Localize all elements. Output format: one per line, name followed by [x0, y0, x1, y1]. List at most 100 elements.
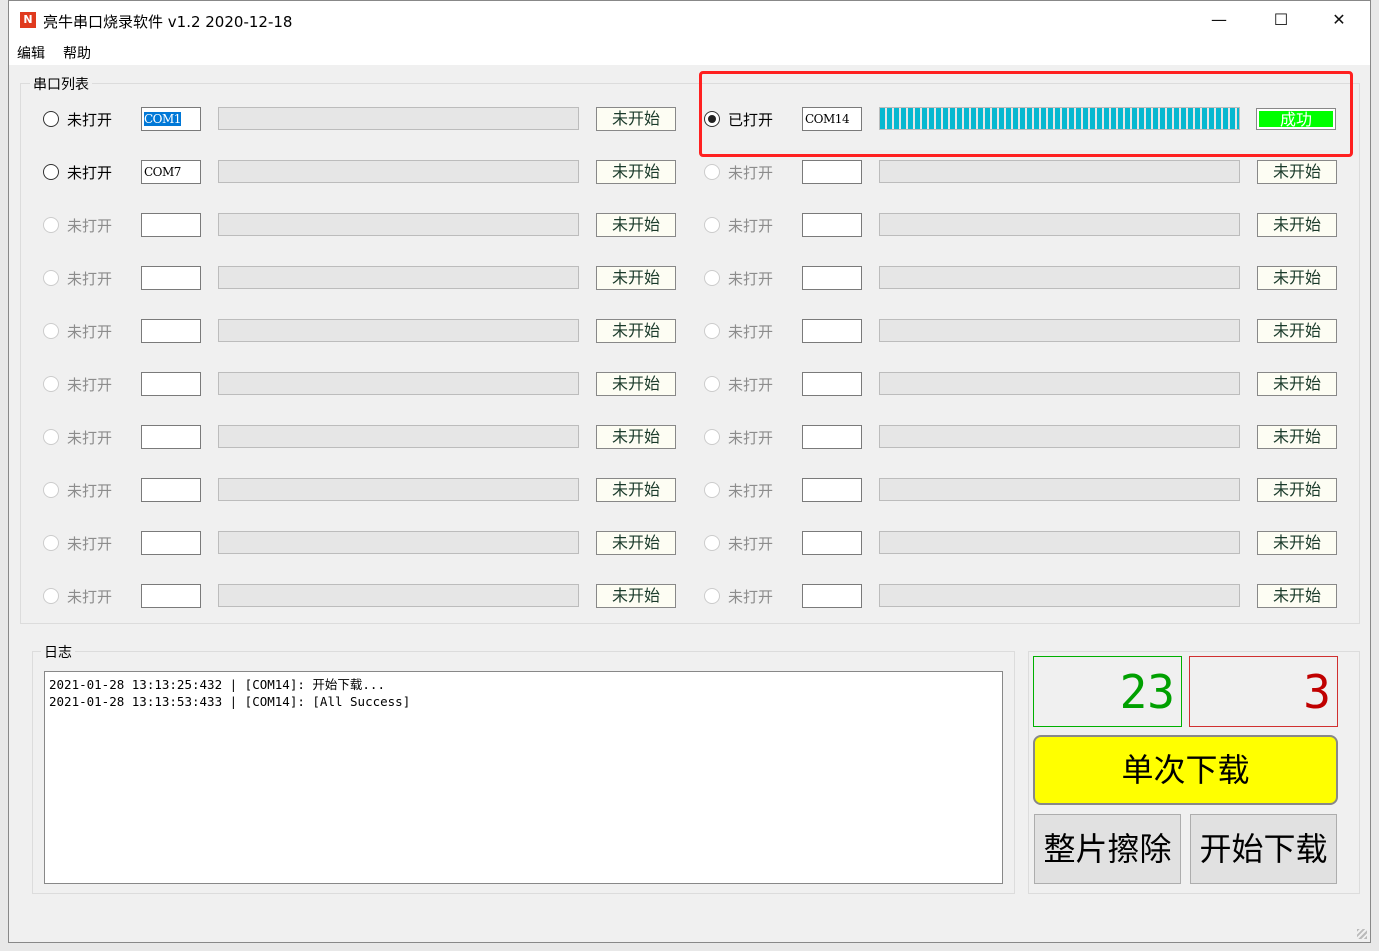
port-status-button[interactable]: 未开始: [1257, 531, 1337, 555]
port-status-button[interactable]: 未开始: [596, 425, 676, 449]
minimize-button[interactable]: —: [1196, 5, 1242, 35]
menu-bar: 编辑 帮助: [9, 39, 1370, 65]
port-name-input[interactable]: [141, 531, 201, 555]
port-name-input[interactable]: [141, 478, 201, 502]
port-status-button[interactable]: 未开始: [596, 266, 676, 290]
port-status-label: 未打开: [67, 217, 113, 235]
port-name-input[interactable]: [141, 372, 201, 396]
download-progress-bar: [879, 531, 1240, 554]
port-open-radio[interactable]: [43, 376, 59, 392]
port-status-label: 未打开: [67, 376, 113, 394]
port-name-input[interactable]: [802, 319, 862, 343]
port-name-input[interactable]: [802, 531, 862, 555]
port-status-label: 未打开: [728, 482, 774, 500]
port-name-input[interactable]: COM7: [141, 160, 201, 184]
port-open-radio[interactable]: [704, 270, 720, 286]
port-status-button[interactable]: 未开始: [596, 160, 676, 184]
port-row: 未打开 未开始: [704, 531, 1344, 555]
port-row: 未打开 未开始: [704, 319, 1344, 343]
port-status-label: 未打开: [728, 588, 774, 606]
port-open-radio[interactable]: [704, 482, 720, 498]
port-name-input[interactable]: [802, 266, 862, 290]
download-progress-bar: [879, 160, 1240, 183]
port-open-radio[interactable]: [704, 217, 720, 233]
port-status-button[interactable]: 未开始: [1257, 266, 1337, 290]
port-name-input[interactable]: [141, 213, 201, 237]
port-name-input[interactable]: [802, 584, 862, 608]
port-open-radio[interactable]: [43, 482, 59, 498]
port-open-radio[interactable]: [704, 323, 720, 339]
port-status-label: 未打开: [67, 429, 113, 447]
port-name-input[interactable]: [802, 213, 862, 237]
port-name-input[interactable]: [802, 425, 862, 449]
port-open-radio[interactable]: [43, 429, 59, 445]
maximize-button[interactable]: ☐: [1258, 5, 1304, 35]
port-open-radio[interactable]: [43, 588, 59, 604]
port-status-label: 未打开: [728, 217, 774, 235]
port-name-input[interactable]: COM1: [141, 107, 201, 131]
download-progress-bar: [879, 584, 1240, 607]
download-progress-bar: [218, 425, 579, 448]
close-button[interactable]: ✕: [1316, 5, 1362, 35]
port-open-radio[interactable]: [43, 270, 59, 286]
port-status-button[interactable]: 未开始: [596, 213, 676, 237]
port-row: 未打开 未开始: [43, 531, 683, 555]
port-status-label: 未打开: [728, 429, 774, 447]
app-logo-icon: N: [20, 12, 36, 28]
download-progress-bar: [879, 319, 1240, 342]
port-status-label: 未打开: [728, 535, 774, 553]
log-label: 日志: [41, 642, 75, 662]
port-open-radio[interactable]: [704, 164, 720, 180]
port-open-radio[interactable]: [43, 111, 59, 127]
port-status-button[interactable]: 未开始: [596, 531, 676, 555]
port-status-button[interactable]: 未开始: [1257, 478, 1337, 502]
port-status-button[interactable]: 未开始: [596, 584, 676, 608]
port-open-radio[interactable]: [43, 323, 59, 339]
port-name-input[interactable]: [141, 266, 201, 290]
download-progress-bar: [218, 107, 579, 130]
start-download-button[interactable]: 开始下载: [1190, 814, 1337, 884]
download-progress-bar: [218, 319, 579, 342]
port-status-button[interactable]: 未开始: [1257, 160, 1337, 184]
log-textarea[interactable]: 2021-01-28 13:13:25:432 | [COM14]: 开始下载.…: [44, 671, 1003, 884]
port-open-radio[interactable]: [43, 164, 59, 180]
menu-edit[interactable]: 编辑: [17, 43, 45, 63]
port-status-label: 未打开: [728, 323, 774, 341]
port-row: 未打开 未开始: [43, 266, 683, 290]
port-name-input[interactable]: [141, 425, 201, 449]
port-open-radio[interactable]: [704, 588, 720, 604]
port-status-button[interactable]: 未开始: [1257, 372, 1337, 396]
port-status-button[interactable]: 未开始: [1257, 319, 1337, 343]
port-row: 未打开 未开始: [43, 425, 683, 449]
port-open-radio[interactable]: [43, 217, 59, 233]
port-row: 未打开 COM7 未开始: [43, 160, 683, 184]
port-status-button[interactable]: 未开始: [1257, 425, 1337, 449]
download-progress-bar: [879, 266, 1240, 289]
port-open-radio[interactable]: [43, 535, 59, 551]
port-status-button[interactable]: 未开始: [596, 372, 676, 396]
port-name-input[interactable]: [141, 319, 201, 343]
port-name-input[interactable]: [802, 372, 862, 396]
port-open-radio[interactable]: [704, 535, 720, 551]
download-progress-bar: [218, 584, 579, 607]
port-name-input[interactable]: [802, 160, 862, 184]
single-download-button[interactable]: 单次下载: [1033, 735, 1338, 805]
port-status-button[interactable]: 未开始: [1257, 584, 1337, 608]
port-open-radio[interactable]: [704, 429, 720, 445]
port-status-button[interactable]: 未开始: [1257, 213, 1337, 237]
port-row: 未打开 未开始: [43, 584, 683, 608]
resize-grip[interactable]: [1357, 929, 1367, 939]
port-name-input[interactable]: [141, 584, 201, 608]
menu-help[interactable]: 帮助: [63, 43, 91, 63]
port-row: 未打开 未开始: [704, 425, 1344, 449]
port-status-button[interactable]: 未开始: [596, 319, 676, 343]
download-progress-bar: [218, 478, 579, 501]
port-status-button[interactable]: 未开始: [596, 107, 676, 131]
download-progress-bar: [218, 531, 579, 554]
erase-chip-button[interactable]: 整片擦除: [1034, 814, 1181, 884]
port-open-radio[interactable]: [704, 376, 720, 392]
download-progress-bar: [218, 160, 579, 183]
port-row: 未打开 未开始: [43, 372, 683, 396]
port-name-input[interactable]: [802, 478, 862, 502]
port-status-button[interactable]: 未开始: [596, 478, 676, 502]
